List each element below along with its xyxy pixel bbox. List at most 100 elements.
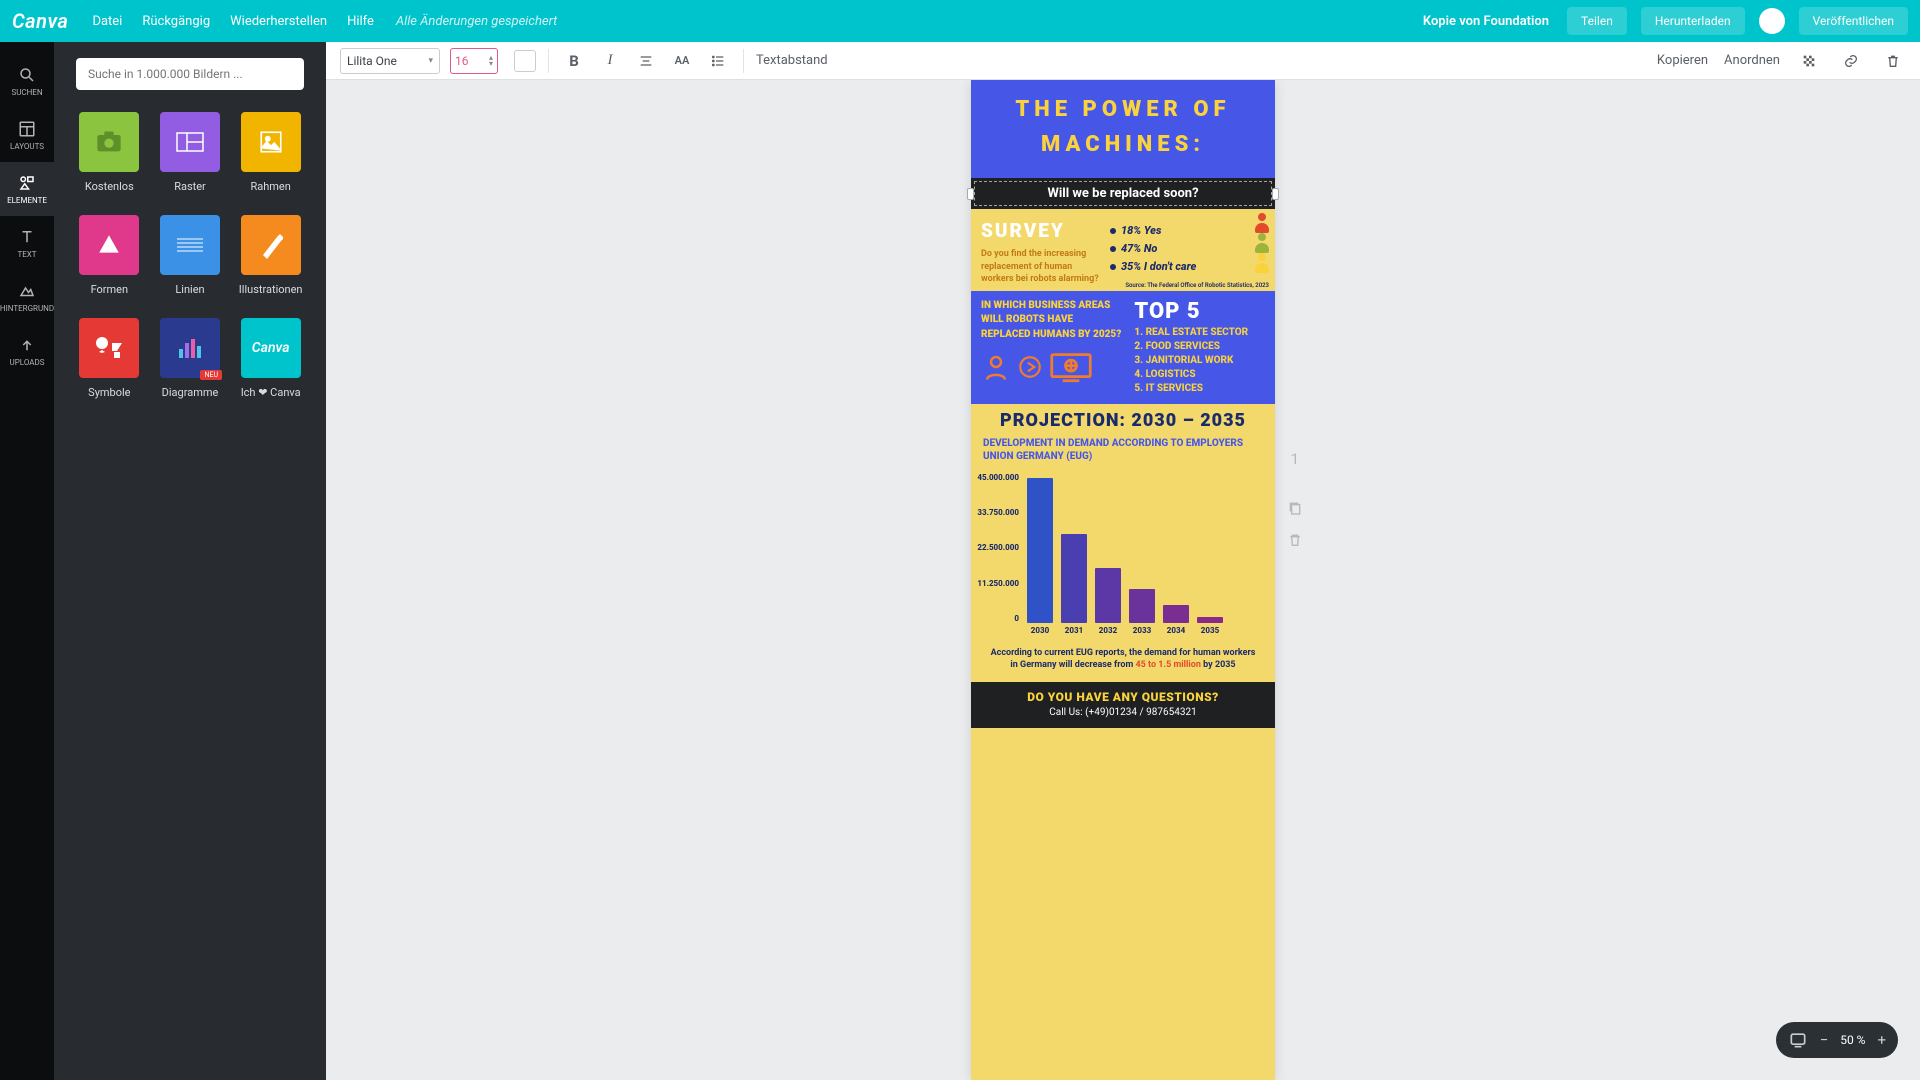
subtitle-selected[interactable]: Will we be replaced soon? xyxy=(971,178,1275,209)
upload-icon xyxy=(18,336,36,354)
color-swatch[interactable] xyxy=(514,50,536,72)
design-page[interactable]: THE POWER OF MACHINES: Will we be replac… xyxy=(971,80,1275,1080)
footer-section[interactable]: DO YOU HAVE ANY QUESTIONS? Call Us: (+49… xyxy=(971,682,1275,728)
people-icons xyxy=(1255,213,1269,273)
resize-handle-left[interactable] xyxy=(967,188,974,200)
resize-handle-right[interactable] xyxy=(1272,188,1279,200)
menu-redo[interactable]: Wiederherstellen xyxy=(230,14,327,29)
canva-logo[interactable]: Canva xyxy=(12,9,68,33)
delete-page-icon[interactable] xyxy=(1287,532,1303,548)
font-select[interactable]: Lilita One ▾ xyxy=(340,48,440,74)
align-button[interactable] xyxy=(633,48,659,74)
category-label: Diagramme xyxy=(162,386,219,399)
category-tile xyxy=(160,215,220,275)
person-icon xyxy=(1255,233,1269,253)
category-label: Linien xyxy=(175,283,204,296)
list-button[interactable] xyxy=(705,48,731,74)
menu-undo[interactable]: Rückgängig xyxy=(142,14,210,29)
survey-source: Source: The Federal Office of Robotic St… xyxy=(1125,282,1269,289)
category-kostenlos[interactable]: Kostenlos xyxy=(76,112,143,193)
case-button[interactable]: AA xyxy=(669,48,695,74)
survey-value: 18% Yes xyxy=(1121,224,1162,237)
areas-section[interactable]: IN WHICH BUSINESS AREAS WILL ROBOTS HAVE… xyxy=(971,291,1275,404)
avatar[interactable] xyxy=(1759,8,1785,34)
rail-background[interactable]: HINTERGRUND xyxy=(0,270,54,324)
chevron-down-icon: ▾ xyxy=(428,56,433,66)
survey-question: Do you find the increasing replacement o… xyxy=(981,248,1106,284)
category-label: Formen xyxy=(91,283,129,296)
note-text[interactable]: According to current EUG reports, the de… xyxy=(971,639,1275,682)
elements-panel: Kostenlos Raster Rahmen Formen Linien Illustr… xyxy=(54,42,326,1080)
category-raster[interactable]: Raster xyxy=(157,112,224,193)
page-side-actions xyxy=(1287,500,1303,548)
bar xyxy=(1197,617,1223,623)
share-button[interactable]: Teilen xyxy=(1567,7,1627,35)
spacing-link[interactable]: Textabstand xyxy=(756,53,828,68)
copy-button[interactable]: Kopieren xyxy=(1657,53,1708,68)
italic-button[interactable]: I xyxy=(597,48,623,74)
survey-item: 18% Yes xyxy=(1110,224,1265,237)
y-tick: 11.250.000 xyxy=(977,579,1019,588)
doc-title[interactable]: Kopie von Foundation xyxy=(1423,14,1549,29)
survey-items: 18% Yes47% No35% I don't care xyxy=(1106,219,1265,284)
areas-q3: REPLACED HUMANS BY 2025? xyxy=(981,328,1134,343)
category-symbole[interactable]: Symbole xyxy=(76,318,143,399)
category-rahmen[interactable]: Rahmen xyxy=(237,112,304,193)
top5-title: TOP 5 xyxy=(1134,299,1265,324)
zoom-value[interactable]: 50 % xyxy=(1840,1033,1865,1047)
category-tile xyxy=(79,318,139,378)
rail-search[interactable]: SUCHEN xyxy=(0,54,54,108)
search-icon xyxy=(18,66,36,84)
rail-text[interactable]: TEXT xyxy=(0,216,54,270)
rail-layouts[interactable]: LAYOUTS xyxy=(0,108,54,162)
subtitle-text: Will we be replaced soon? xyxy=(1047,186,1198,201)
x-tick: 2033 xyxy=(1129,626,1155,635)
link-button[interactable] xyxy=(1838,48,1864,74)
topbar-right: Kopie von Foundation Teilen Herunterlade… xyxy=(1423,7,1908,35)
transparency-button[interactable] xyxy=(1796,48,1822,74)
category-linien[interactable]: Linien xyxy=(157,215,224,296)
elements-icon xyxy=(18,174,36,192)
footer-question: DO YOU HAVE ANY QUESTIONS? xyxy=(971,690,1275,704)
publish-button[interactable]: Veröffentlichen xyxy=(1799,7,1908,35)
category-label: Raster xyxy=(174,180,206,193)
category-grid: Kostenlos Raster Rahmen Formen Linien Illustr… xyxy=(76,112,304,399)
delete-button[interactable] xyxy=(1880,48,1906,74)
projection-header[interactable]: PROJECTION: 2030 – 2035 DEVELOPMENT IN D… xyxy=(971,404,1275,473)
background-icon xyxy=(18,282,36,300)
x-tick: 2034 xyxy=(1163,626,1189,635)
zoom-in-button[interactable]: + xyxy=(1877,1031,1886,1049)
zoom-out-button[interactable]: − xyxy=(1820,1031,1829,1049)
rail-elements[interactable]: ELEMENTE xyxy=(0,162,54,216)
rail-uploads[interactable]: UPLOADS xyxy=(0,324,54,378)
y-tick: 22.500.000 xyxy=(977,543,1019,552)
footer-contact: Call Us: (+49)01234 / 987654321 xyxy=(971,707,1275,718)
category-label: Ich ❤ Canva xyxy=(241,386,301,399)
menu-help[interactable]: Hilfe xyxy=(347,14,374,29)
projection-sub: DEVELOPMENT IN DEMAND ACCORDING TO EMPLO… xyxy=(983,437,1263,463)
category-label: Kostenlos xyxy=(85,180,134,193)
title-block[interactable]: THE POWER OF MACHINES: xyxy=(971,80,1275,178)
bullet-icon xyxy=(1110,246,1116,252)
help-icon[interactable] xyxy=(1788,1030,1808,1050)
bar-chart[interactable]: 45.000.00033.750.00022.500.00011.250.000… xyxy=(971,473,1275,639)
category-formen[interactable]: Formen xyxy=(76,215,143,296)
category-tile xyxy=(241,215,301,275)
category-illustrationen[interactable]: Illustrationen xyxy=(237,215,304,296)
bold-button[interactable]: B xyxy=(561,48,587,74)
category-ich ❤ canva[interactable]: CanvaIch ❤ Canva xyxy=(237,318,304,399)
zoom-control: − 50 % + xyxy=(1776,1022,1898,1058)
font-size-input[interactable]: 16 ▴▾ xyxy=(450,48,498,74)
bullet-icon xyxy=(1110,228,1116,234)
x-tick: 2031 xyxy=(1061,626,1087,635)
stage[interactable]: THE POWER OF MACHINES: Will we be replac… xyxy=(326,80,1920,1080)
category-diagramme[interactable]: NEUDiagramme xyxy=(157,318,224,399)
top-menu: Datei Rückgängig Wiederherstellen Hilfe xyxy=(92,14,373,29)
survey-section[interactable]: SURVEY Do you find the increasing replac… xyxy=(971,209,1275,290)
arrange-button[interactable]: Anordnen xyxy=(1724,53,1780,68)
download-button[interactable]: Herunterladen xyxy=(1641,7,1745,35)
menu-file[interactable]: Datei xyxy=(92,14,122,29)
search-input[interactable] xyxy=(76,58,304,90)
person-icon xyxy=(1255,213,1269,233)
duplicate-page-icon[interactable] xyxy=(1287,500,1303,516)
